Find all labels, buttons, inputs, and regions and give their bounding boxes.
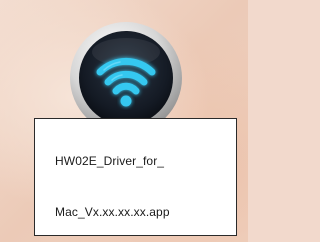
file-name-line-1: HW02E_Driver_for_ [55,154,165,168]
file-name-label[interactable]: HW02E_Driver_for_ Mac_Vx.xx.xx.xx.app [34,118,237,236]
file-name-line-2: Mac_Vx.xx.xx.xx.app [55,205,170,219]
